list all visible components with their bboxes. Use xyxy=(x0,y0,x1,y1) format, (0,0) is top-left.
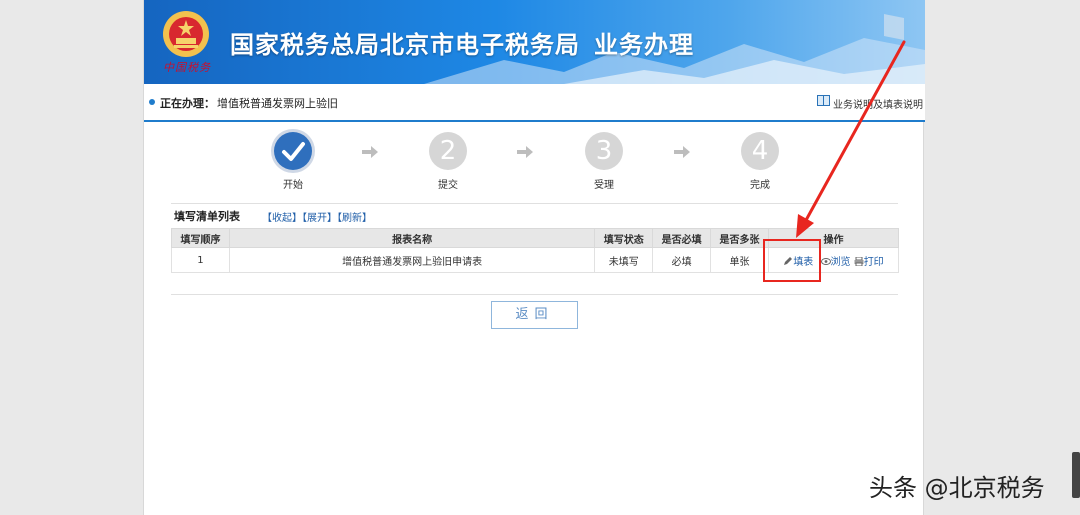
page-container: 中国税务 国家税务总局北京市电子税务局 业务办理 正在办理： 增值税普通发票网上验… xyxy=(143,0,925,515)
refresh-link[interactable]: 【刷新】 xyxy=(337,213,372,224)
step-arrow-icon xyxy=(517,146,533,158)
step-4-circle: 4 xyxy=(741,132,779,170)
step-3-circle: 3 xyxy=(585,132,623,170)
national-emblem-icon xyxy=(163,11,209,57)
book-icon xyxy=(817,95,830,106)
back-button[interactable]: 返回 xyxy=(491,301,578,329)
annotation-highlight-box xyxy=(763,239,821,282)
column-header: 填写顺序 xyxy=(171,228,230,248)
list-title: 填写清单列表 xyxy=(174,210,240,223)
step-1-circle xyxy=(274,132,312,170)
watermark-text: 头条 @北京税务 xyxy=(869,474,1045,502)
banner-title-main: 国家税务总局北京市电子税务局 xyxy=(230,31,580,59)
step-2-circle: 2 xyxy=(429,132,467,170)
cell-required: 必填 xyxy=(652,247,712,273)
step-1-label: 开始 xyxy=(283,180,303,191)
collapse-link[interactable]: 【收起】 xyxy=(262,213,302,224)
step-arrow-icon xyxy=(674,146,690,158)
column-header: 报表名称 xyxy=(228,228,596,248)
checkmark-icon xyxy=(282,142,305,161)
print-link[interactable]: 打印 xyxy=(864,257,884,268)
browse-link[interactable]: 浏览 xyxy=(831,257,851,268)
banner-title-sub: 业务办理 xyxy=(594,31,694,59)
column-header: 是否多张 xyxy=(710,228,769,248)
breadcrumb-label: 正在办理： xyxy=(160,97,215,110)
eye-icon xyxy=(820,258,831,265)
banner-title: 国家税务总局北京市电子税务局 业务办理 xyxy=(230,25,694,60)
breadcrumb-current-task: 增值税普通发票网上验旧 xyxy=(217,97,338,110)
cell-multi: 单张 xyxy=(710,247,769,273)
list-actions: 【收起】【展开】【刷新】 xyxy=(262,209,372,224)
column-header: 是否必填 xyxy=(652,228,712,248)
header-banner: 中国税务 国家税务总局北京市电子税务局 业务办理 xyxy=(144,0,925,84)
printer-icon xyxy=(854,257,864,266)
cell-order: 1 xyxy=(171,247,230,273)
help-link[interactable]: 业务说明及填表说明 xyxy=(833,96,923,111)
column-header: 填写状态 xyxy=(594,228,654,248)
scrollbar-thumb[interactable] xyxy=(1072,452,1080,498)
step-2-label: 提交 xyxy=(438,180,458,191)
expand-link[interactable]: 【展开】 xyxy=(302,213,337,224)
step-4-label: 完成 xyxy=(750,180,770,191)
step-arrow-icon xyxy=(362,146,378,158)
cell-form-name: 增值税普通发票网上验旧申请表 xyxy=(228,247,596,273)
divider xyxy=(171,203,898,204)
cell-status: 未填写 xyxy=(594,247,654,273)
step-3-label: 受理 xyxy=(594,180,614,191)
divider xyxy=(171,294,898,295)
bullet-icon xyxy=(149,99,155,105)
breadcrumb: 正在办理： 增值税普通发票网上验旧 业务说明及填表说明 xyxy=(144,84,925,122)
banner-motto: 中国税务 xyxy=(163,61,211,74)
